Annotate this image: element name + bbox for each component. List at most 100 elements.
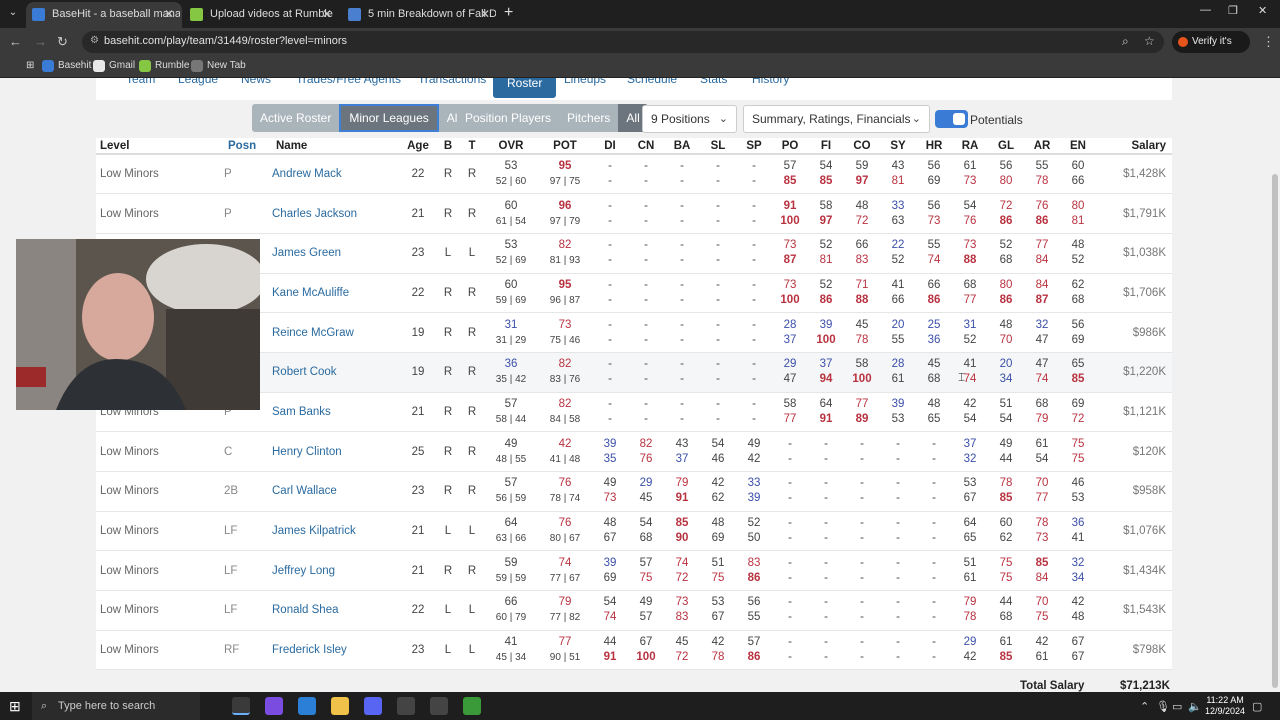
- bookmark-basehit[interactable]: Basehit: [42, 60, 91, 72]
- active-roster-button[interactable]: Active Roster: [252, 104, 340, 132]
- player-name-link[interactable]: Frederick Isley: [272, 630, 400, 671]
- explorer-taskbar-icon[interactable]: [331, 697, 349, 715]
- site-info-icon[interactable]: ⚙: [90, 35, 99, 46]
- table-row[interactable]: Low Minors P Andrew Mack 22 R R 53 52 | 60 95 97 …: [96, 154, 1172, 195]
- table-row[interactable]: Low Minors P Charles Jackson 21 R R 60 61 | 54 9…: [96, 193, 1172, 234]
- obs-taskbar-icon[interactable]: [430, 697, 448, 715]
- rating-current: -: [608, 160, 612, 173]
- rating-cell: 53 52 | 69: [484, 233, 538, 274]
- table-row[interactable]: Low Minors LF Jeffrey Long 21 R R 59 59 | 59 74 7…: [96, 550, 1172, 592]
- player-name-link[interactable]: Carl Wallace: [272, 471, 400, 512]
- rating-current: 39: [891, 397, 905, 410]
- player-name-link[interactable]: Ronald Shea: [272, 590, 400, 631]
- apps-icon[interactable]: ⊞: [10, 60, 34, 71]
- tab-search-icon[interactable]: ⌄: [4, 4, 22, 22]
- subnav-team[interactable]: Team: [126, 78, 155, 86]
- browser-menu-icon[interactable]: ⋮: [1262, 34, 1275, 50]
- verify-button[interactable]: Verify it's you: [1172, 31, 1250, 69]
- rating-pair: --: [700, 278, 736, 308]
- tab-rumble[interactable]: Upload videos at Rumble ✕: [184, 2, 340, 28]
- positions-select[interactable]: 9 Positions ⌄: [642, 105, 737, 133]
- subnav-transactions[interactable]: Transactions: [418, 78, 486, 86]
- player-name-link[interactable]: James Kilpatrick: [272, 511, 400, 552]
- page-scrollbar[interactable]: [1270, 78, 1280, 692]
- age-cell: 21: [400, 511, 436, 552]
- bookmark-rumble[interactable]: Rumble: [139, 60, 189, 72]
- position-players-button[interactable]: Position Players: [457, 104, 560, 132]
- url-field[interactable]: ⚙ basehit.com/play/team/31449/roster?lev…: [82, 31, 1164, 53]
- store-taskbar-icon[interactable]: [298, 697, 316, 715]
- rating-pair: 29 45: [628, 476, 664, 506]
- minimize-icon[interactable]: —: [1200, 4, 1211, 16]
- table-row[interactable]: Low Minors LF Ronald Shea 22 L L 66 60 | 79 79 77…: [96, 590, 1172, 631]
- subnav-trades[interactable]: Trades/Free Agents: [296, 78, 401, 86]
- back-icon[interactable]: ←: [9, 34, 22, 49]
- minor-leagues-button[interactable]: Minor Leagues: [339, 104, 439, 132]
- close-tab-icon[interactable]: ✕: [164, 2, 174, 26]
- table-row[interactable]: Low Minors 2B Carl Wallace 23 R R 57 56 | 59 76 7…: [96, 471, 1172, 512]
- player-name-link[interactable]: Reince McGraw: [272, 312, 400, 353]
- zoom-icon[interactable]: ⌕: [1122, 34, 1129, 49]
- col-header-posn[interactable]: Posn: [224, 138, 272, 155]
- forward-icon[interactable]: →: [34, 34, 47, 49]
- subnav-lineups[interactable]: Lineups: [564, 78, 606, 86]
- bookmark-newtab[interactable]: New Tab: [191, 60, 246, 72]
- restore-icon[interactable]: ❐: [1228, 4, 1238, 17]
- tray-chevron-icon[interactable]: ⌃: [1140, 700, 1149, 713]
- close-tab-icon[interactable]: ✕: [480, 2, 490, 26]
- player-name-link[interactable]: Jeffrey Long: [272, 550, 400, 592]
- scrollbar-thumb[interactable]: [1272, 174, 1278, 688]
- new-tab-icon[interactable]: +: [504, 2, 513, 24]
- rating-current: 91: [783, 199, 797, 212]
- copilot-taskbar-icon[interactable]: [265, 697, 283, 715]
- rating-current: 57: [504, 477, 518, 490]
- player-name-link[interactable]: James Green: [272, 233, 400, 274]
- player-name-link[interactable]: Robert Cook: [272, 352, 400, 393]
- network-icon[interactable]: ▭: [1172, 700, 1182, 713]
- notification-icon[interactable]: ▢: [1252, 700, 1262, 713]
- chrome-taskbar-icon[interactable]: [232, 697, 250, 715]
- bookmark-gmail[interactable]: Gmail: [93, 60, 135, 72]
- tab-breakdown[interactable]: 5 min Breakdown of Fall Divisio ✕: [342, 2, 498, 28]
- rating-pair: 48 72: [844, 199, 880, 229]
- subnav-stats[interactable]: Stats: [700, 78, 727, 86]
- rating-potential: -: [644, 254, 648, 267]
- subnav-roster[interactable]: Roster: [493, 78, 557, 98]
- rating-pair: --: [628, 318, 664, 348]
- potentials-toggle[interactable]: [935, 110, 968, 128]
- rating-current: 39: [603, 556, 617, 569]
- rating-current: -: [896, 636, 900, 649]
- subnav-schedule[interactable]: Schedule: [627, 78, 677, 86]
- volume-icon[interactable]: 🔈: [1188, 700, 1202, 713]
- reload-icon[interactable]: ↻: [57, 34, 68, 50]
- discord-taskbar-icon[interactable]: [364, 697, 382, 715]
- app-taskbar-icon[interactable]: [397, 697, 415, 715]
- player-name-link[interactable]: Kane McAuliffe: [272, 273, 400, 314]
- app2-taskbar-icon[interactable]: [463, 697, 481, 715]
- player-name-link[interactable]: Henry Clinton: [272, 431, 400, 472]
- pitchers-button[interactable]: Pitchers: [559, 104, 619, 132]
- rating-pair: 31 52: [952, 318, 988, 348]
- player-name-link[interactable]: Andrew Mack: [272, 154, 400, 195]
- subnav-news[interactable]: News: [241, 78, 271, 86]
- windows-start-icon[interactable]: ⊞: [9, 698, 21, 715]
- subnav-league[interactable]: League: [178, 78, 218, 86]
- subnav-history[interactable]: History: [752, 78, 789, 86]
- view-select[interactable]: Summary, Ratings, Financials ⌄: [743, 105, 930, 133]
- rating-potential: 57: [639, 611, 653, 624]
- player-name-link[interactable]: Sam Banks: [272, 392, 400, 433]
- bookmark-star-icon[interactable]: ☆: [1144, 34, 1155, 48]
- rating-potential: 62: [999, 532, 1013, 545]
- taskbar-clock[interactable]: 11:22 AM 12/9/2024: [1205, 695, 1245, 717]
- close-window-icon[interactable]: ✕: [1258, 4, 1267, 17]
- close-tab-icon[interactable]: ✕: [322, 2, 332, 26]
- mic-icon[interactable]: 🎙: [1156, 700, 1170, 713]
- rating-cell: --: [880, 550, 916, 592]
- table-row[interactable]: Low Minors C Henry Clinton 25 R R 49 48 | 55 42 4…: [96, 431, 1172, 472]
- player-name-link[interactable]: Charles Jackson: [272, 193, 400, 234]
- table-row[interactable]: Low Minors LF James Kilpatrick 21 L L 64 63 | 6…: [96, 511, 1172, 552]
- rating-current: 78: [999, 477, 1013, 490]
- taskbar-search[interactable]: ⌕ Type here to search: [32, 692, 200, 720]
- table-row[interactable]: Low Minors RF Frederick Isley 23 L L 41 45 | 34…: [96, 630, 1172, 671]
- tab-basehit[interactable]: BaseHit - a baseball manageme ✕: [26, 2, 182, 28]
